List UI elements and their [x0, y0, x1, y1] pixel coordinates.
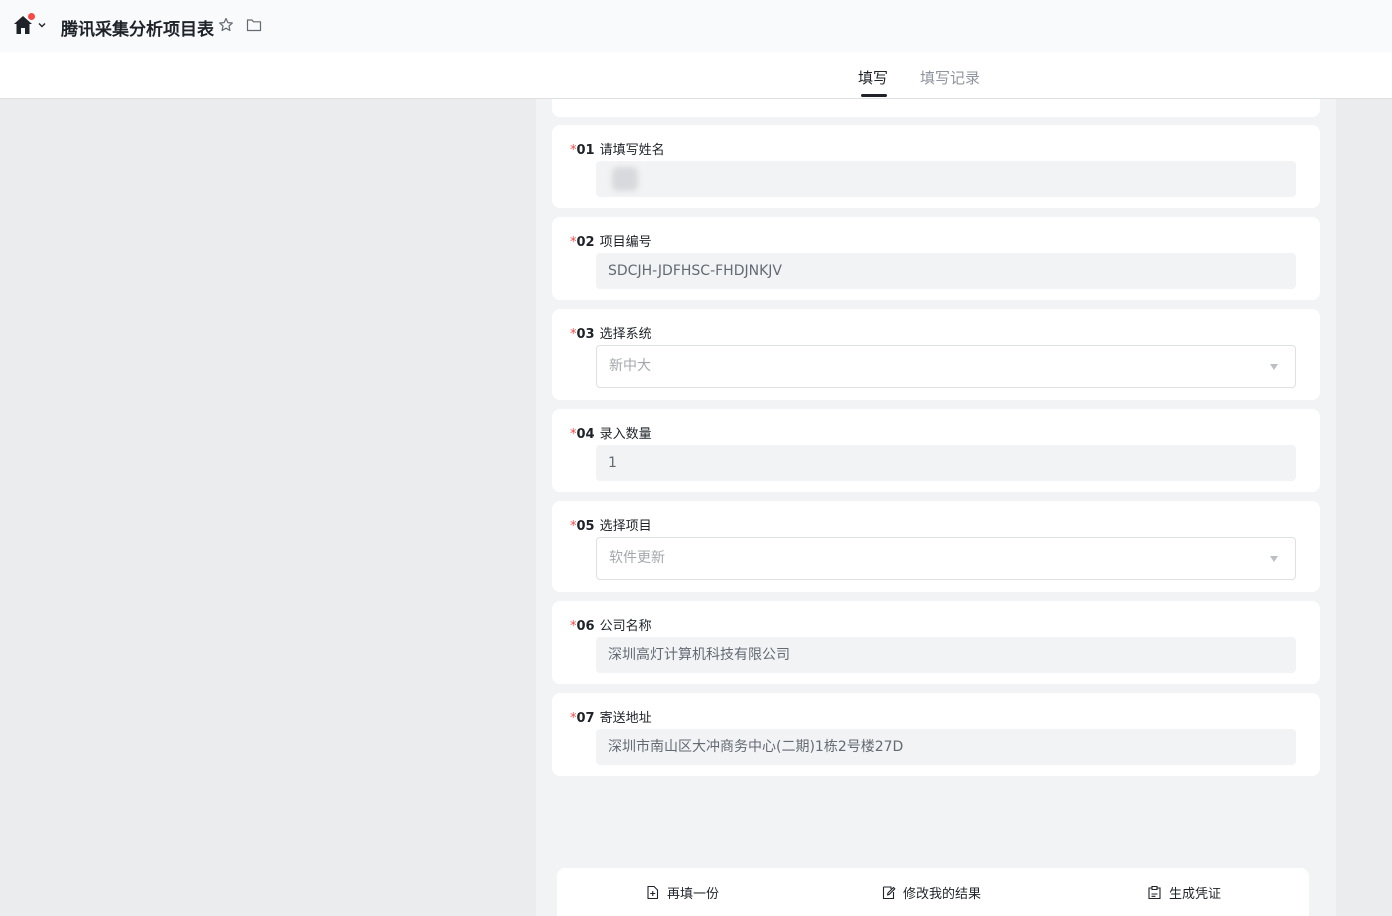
- modify-result-button[interactable]: 修改我的结果: [881, 882, 981, 902]
- question-label: *06 公司名称: [570, 615, 652, 634]
- required-mark: *: [570, 143, 577, 158]
- question-number: 07: [576, 711, 595, 726]
- notification-dot: [28, 13, 35, 20]
- folder-icon[interactable]: [246, 18, 262, 32]
- refill-button[interactable]: 再填一份: [645, 882, 719, 902]
- question-card-06: *06 公司名称 深圳高灯计算机科技有限公司: [552, 601, 1320, 684]
- question-title: 录入数量: [599, 427, 652, 442]
- required-mark: *: [570, 235, 577, 250]
- question-number: 04: [576, 427, 595, 442]
- home-menu[interactable]: [12, 13, 48, 38]
- question-number: 06: [576, 619, 595, 634]
- question-card-07: *07 寄送地址 深圳市南山区大冲商务中心(二期)1栋2号楼27D: [552, 693, 1320, 776]
- required-mark: *: [570, 711, 577, 726]
- chevron-down-icon[interactable]: [37, 20, 47, 30]
- action-bar: 再填一份 修改我的结果 生成凭证: [557, 868, 1309, 916]
- question-title: 寄送地址: [599, 711, 652, 726]
- caret-down-icon: [1270, 556, 1278, 562]
- quantity-field[interactable]: 1: [596, 445, 1296, 481]
- question-title: 项目编号: [599, 235, 652, 250]
- clipboard-icon: [1148, 885, 1161, 899]
- shipping-address-field[interactable]: 深圳市南山区大冲商务中心(二期)1栋2号楼27D: [596, 729, 1296, 765]
- previous-card: [552, 99, 1320, 117]
- tab-fill[interactable]: 填写: [858, 67, 888, 88]
- required-mark: *: [570, 327, 577, 342]
- question-title: 选择项目: [599, 519, 652, 534]
- question-card-03: *03 选择系统 新中大: [552, 309, 1320, 400]
- question-card-02: *02 项目编号 SDCJH-JDFHSC-FHDJNKJV: [552, 217, 1320, 300]
- question-number: 01: [576, 143, 595, 158]
- edit-icon: [882, 885, 896, 899]
- project-number-field[interactable]: SDCJH-JDFHSC-FHDJNKJV: [596, 253, 1296, 289]
- question-card-05: *05 选择项目 软件更新: [552, 501, 1320, 592]
- question-title: 选择系统: [599, 327, 652, 342]
- project-select-value: 软件更新: [609, 550, 665, 566]
- question-label: *05 选择项目: [570, 515, 652, 534]
- required-mark: *: [570, 519, 577, 534]
- question-label: *02 项目编号: [570, 231, 652, 250]
- system-select[interactable]: 新中大: [596, 345, 1296, 388]
- question-label: *01 请填写姓名: [570, 139, 665, 158]
- system-select-value: 新中大: [609, 358, 651, 374]
- question-label: *04 录入数量: [570, 423, 652, 442]
- question-title: 公司名称: [599, 619, 652, 634]
- name-field[interactable]: [596, 161, 1296, 197]
- voucher-label: 生成凭证: [1169, 886, 1222, 902]
- question-number: 05: [576, 519, 595, 534]
- question-card-01: *01 请填写姓名: [552, 125, 1320, 208]
- question-number: 02: [576, 235, 595, 250]
- star-icon[interactable]: [218, 17, 234, 33]
- form-column[interactable]: *01 请填写姓名 *02 项目编号 SDCJH-JDFHSC-FHDJNKJV *…: [536, 99, 1336, 916]
- refill-label: 再填一份: [667, 886, 720, 902]
- caret-down-icon: [1270, 364, 1278, 370]
- project-select[interactable]: 软件更新: [596, 537, 1296, 580]
- question-title: 请填写姓名: [599, 143, 665, 158]
- question-label: *03 选择系统: [570, 323, 652, 342]
- required-mark: *: [570, 619, 577, 634]
- redacted-name: [612, 167, 638, 191]
- generate-voucher-button[interactable]: 生成凭证: [1147, 882, 1221, 902]
- modify-label: 修改我的结果: [903, 886, 982, 902]
- tabs-bar: 填写 填写记录: [0, 52, 1392, 99]
- tab-fill-records[interactable]: 填写记录: [920, 67, 980, 88]
- top-bar: 腾讯采集分析项目表: [0, 0, 1392, 52]
- question-card-04: *04 录入数量 1: [552, 409, 1320, 492]
- page-title: 腾讯采集分析项目表: [61, 20, 214, 40]
- add-file-icon: [647, 885, 659, 899]
- active-tab-indicator: [861, 94, 887, 97]
- required-mark: *: [570, 427, 577, 442]
- question-label: *07 寄送地址: [570, 707, 652, 726]
- company-name-field[interactable]: 深圳高灯计算机科技有限公司: [596, 637, 1296, 673]
- question-number: 03: [576, 327, 595, 342]
